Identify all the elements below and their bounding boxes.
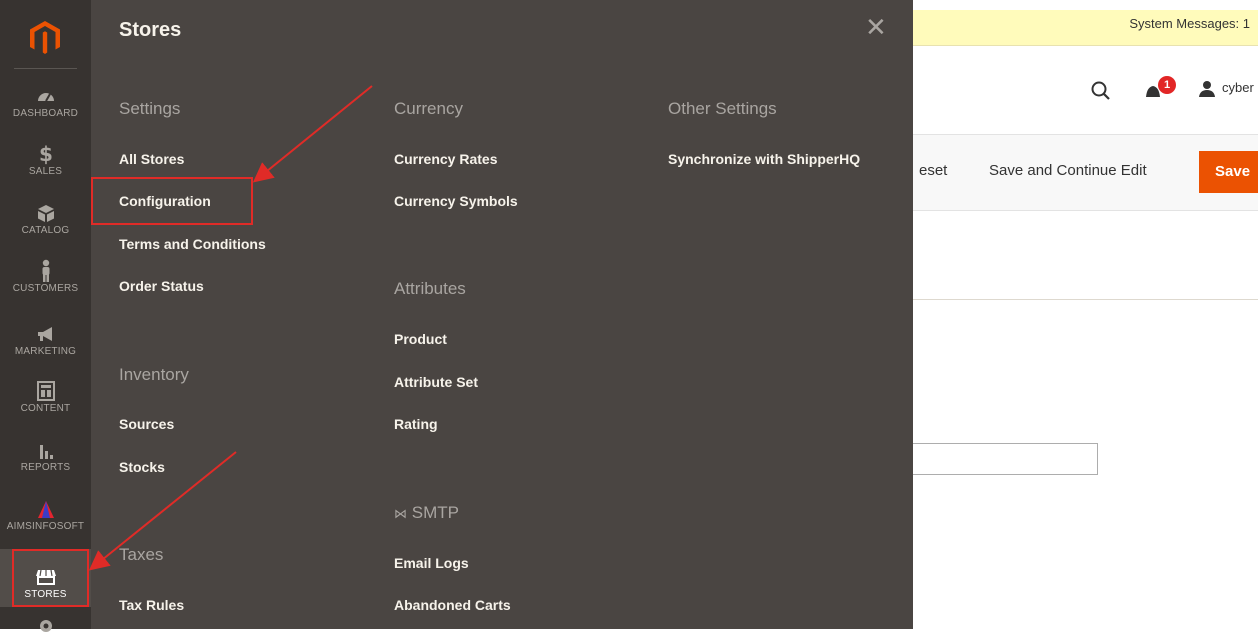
section-heading-settings: Settings bbox=[119, 99, 181, 118]
nav-item-sales[interactable]: $ SALES bbox=[0, 142, 91, 182]
admin-sidebar: DASHBOARD $ SALES CATALOG CUSTOMERS MARK… bbox=[0, 0, 91, 632]
user-name[interactable]: cyber bbox=[1222, 80, 1254, 95]
dashboard-icon bbox=[37, 93, 54, 102]
menu-link-stocks[interactable]: Stocks bbox=[119, 459, 165, 475]
menu-link-terms-and-conditions[interactable]: Terms and Conditions bbox=[119, 236, 266, 252]
section-heading-attributes: Attributes bbox=[394, 279, 466, 298]
nav-item-marketing[interactable]: MARKETING bbox=[0, 322, 91, 362]
stores-highlight-box bbox=[12, 549, 89, 607]
nav-item-content[interactable]: CONTENT bbox=[0, 379, 91, 419]
aims-logo-icon bbox=[37, 501, 54, 518]
dollar-icon: $ bbox=[39, 142, 53, 166]
flyout-title: Stores bbox=[119, 19, 182, 41]
menu-link-product[interactable]: Product bbox=[394, 331, 447, 347]
bar-chart-icon bbox=[39, 445, 53, 459]
menu-link-all-stores[interactable]: All Stores bbox=[119, 151, 184, 167]
menu-link-rating[interactable]: Rating bbox=[394, 416, 438, 432]
menu-link-email-logs[interactable]: Email Logs bbox=[394, 555, 469, 571]
person-icon bbox=[42, 259, 49, 282]
notification-badge[interactable]: 1 bbox=[1158, 76, 1176, 94]
nav-item-catalog[interactable]: CATALOG bbox=[0, 201, 91, 241]
menu-link-order-status[interactable]: Order Status bbox=[119, 278, 204, 294]
configuration-highlight-box bbox=[91, 177, 253, 225]
section-heading-smtp: ⋈ SMTP bbox=[394, 503, 459, 523]
menu-link-sources[interactable]: Sources bbox=[119, 416, 174, 432]
menu-link-currency-symbols[interactable]: Currency Symbols bbox=[394, 193, 518, 209]
smtp-heading-label: SMTP bbox=[411, 503, 459, 522]
reset-button[interactable]: eset bbox=[919, 162, 947, 179]
layout-icon bbox=[36, 381, 55, 401]
nav-label: AIMSINFOSOFT bbox=[6, 521, 85, 532]
system-messages-bar[interactable]: System Messages: 1 bbox=[913, 10, 1258, 46]
svg-text:$: $ bbox=[39, 142, 53, 166]
menu-link-currency-rates[interactable]: Currency Rates bbox=[394, 151, 498, 167]
save-and-continue-button[interactable]: Save and Continue Edit bbox=[989, 162, 1147, 179]
search-icon[interactable] bbox=[1090, 80, 1112, 102]
section-heading-currency: Currency bbox=[394, 99, 463, 118]
nav-item-reports[interactable]: REPORTS bbox=[0, 438, 91, 478]
magento-logo-icon[interactable] bbox=[28, 20, 62, 56]
box-icon bbox=[37, 205, 54, 222]
nav-label: DASHBOARD bbox=[12, 108, 79, 119]
nav-label: CATALOG bbox=[21, 225, 70, 236]
divider bbox=[913, 299, 1258, 300]
menu-link-synchronize-shipperhq[interactable]: Synchronize with ShipperHQ bbox=[668, 151, 860, 167]
logo-divider bbox=[14, 68, 77, 69]
nav-item-customers[interactable]: CUSTOMERS bbox=[0, 259, 91, 299]
text-input[interactable] bbox=[913, 443, 1098, 475]
system-messages-label[interactable]: System Messages: 1 bbox=[1129, 16, 1250, 31]
nav-label: MARKETING bbox=[14, 346, 77, 357]
nav-item-aimsinfosoft[interactable]: AIMSINFOSOFT bbox=[0, 497, 91, 537]
section-heading-taxes: Taxes bbox=[119, 545, 164, 564]
save-button[interactable]: Save bbox=[1199, 151, 1258, 193]
nav-label: CONTENT bbox=[20, 403, 71, 414]
nav-label: REPORTS bbox=[20, 462, 71, 473]
nav-item-dashboard[interactable]: DASHBOARD bbox=[0, 84, 91, 124]
user-icon[interactable] bbox=[1198, 80, 1216, 98]
nav-label: CUSTOMERS bbox=[12, 283, 79, 294]
gear-icon bbox=[39, 620, 52, 632]
close-icon[interactable]: ✕ bbox=[865, 14, 887, 40]
megaphone-icon bbox=[37, 327, 52, 341]
nav-item-system[interactable] bbox=[0, 614, 91, 632]
section-heading-other-settings: Other Settings bbox=[668, 99, 777, 118]
menu-link-attribute-set[interactable]: Attribute Set bbox=[394, 374, 478, 390]
stores-flyout-menu: Stores ✕ Settings All Stores Configurati… bbox=[91, 0, 913, 629]
nav-label: SALES bbox=[28, 166, 63, 177]
section-heading-inventory: Inventory bbox=[119, 365, 189, 384]
menu-link-abandoned-carts[interactable]: Abandoned Carts bbox=[394, 597, 511, 613]
menu-link-tax-rules[interactable]: Tax Rules bbox=[119, 597, 184, 613]
smtp-icon: ⋈ bbox=[394, 506, 407, 521]
